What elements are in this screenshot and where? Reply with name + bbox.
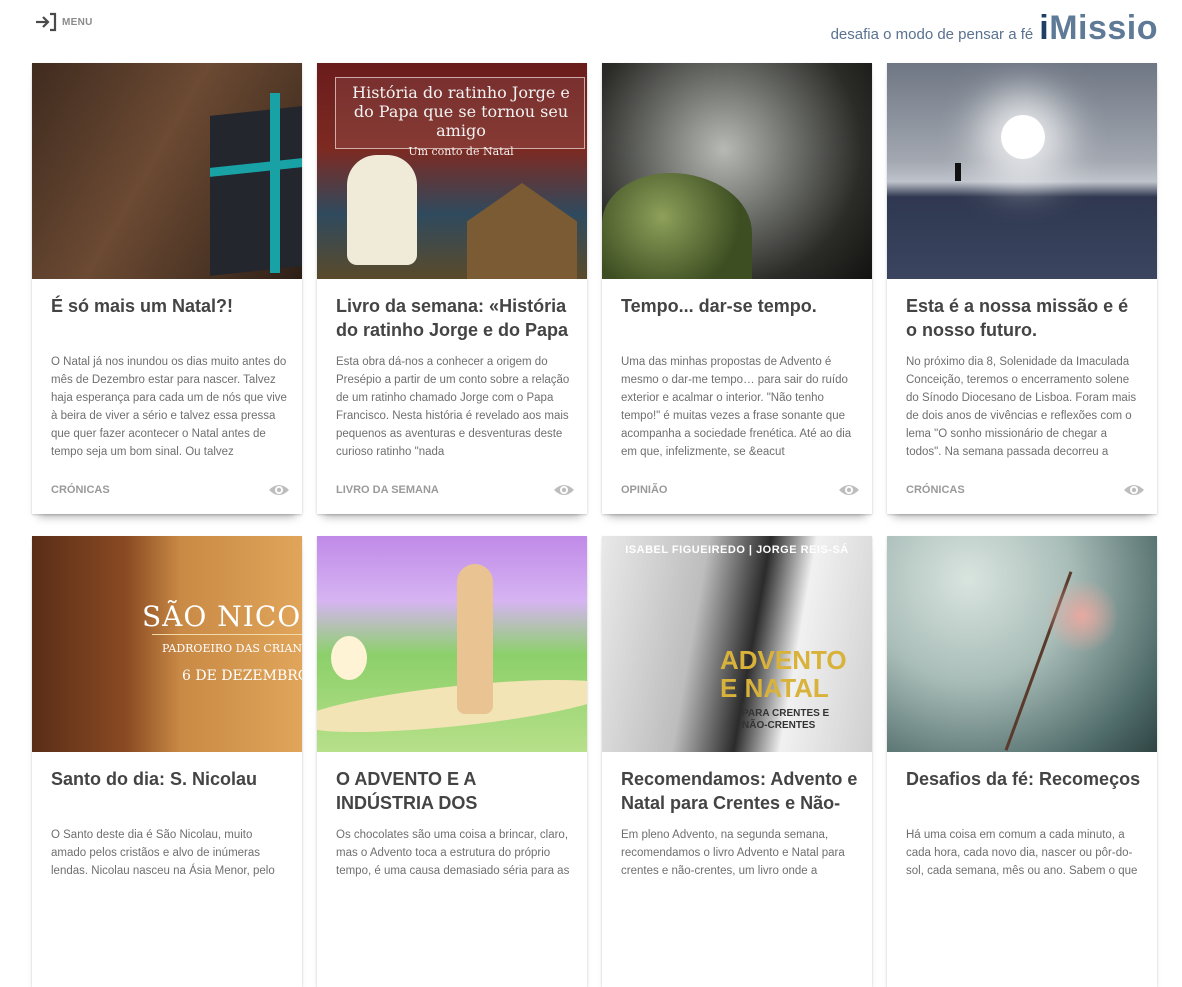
creche-figure [467, 183, 577, 279]
image-date: 6 DE DEZEMBRO [182, 668, 302, 684]
article-excerpt: Há uma coisa em comum a cada minuto, a c… [906, 829, 1138, 877]
article-title[interactable]: Santo do dia: S. Nicolau [51, 767, 289, 815]
article-title[interactable]: É só mais um Natal?! [51, 294, 289, 342]
article-image[interactable]: História do ratinho Jorge e do Papa que … [317, 63, 587, 279]
image-subtitle: PARA CRENTES E NÃO-CRENTES [742, 708, 830, 731]
article-card[interactable]: Tempo... dar-se tempo. Uma das minhas pr… [602, 63, 872, 514]
article-image[interactable]: SÃO NICOLA PADROEIRO DAS CRIANÇ 6 DE DEZ… [32, 536, 302, 752]
article-card[interactable]: SÃO NICOLA PADROEIRO DAS CRIANÇ 6 DE DEZ… [32, 536, 302, 987]
article-excerpt: Os chocolates são uma coisa a brincar, c… [336, 829, 570, 877]
article-card[interactable]: História do ratinho Jorge e do Papa que … [317, 63, 587, 514]
menu-enter-icon [36, 12, 57, 32]
menu-button[interactable]: MENU [34, 12, 93, 32]
article-image[interactable] [602, 63, 872, 279]
article-category[interactable]: CRÓNICAS [51, 484, 110, 496]
image-divider [152, 634, 302, 635]
article-excerpt: No próximo dia 8, Solenidade da Imaculad… [906, 356, 1137, 458]
plant-blossom [1047, 576, 1117, 656]
sweeper-figure [457, 564, 493, 714]
brand[interactable]: desafia o modo de pensar a fé iMissio [831, 10, 1158, 46]
image-title: SÃO NICOLA [142, 600, 302, 633]
article-image[interactable] [887, 63, 1157, 279]
eye-icon[interactable] [838, 483, 860, 497]
logo[interactable]: iMissio [1039, 10, 1158, 46]
image-subtitle: PADROEIRO DAS CRIANÇ [162, 642, 302, 655]
image-caption-sub: Um conto de Natal [408, 145, 514, 158]
image-authors: ISABEL FIGUEIREDO | JORGE REIS-SÁ [625, 544, 849, 556]
article-card[interactable]: O ADVENTO E A INDÚSTRIA DOS Os chocolate… [317, 536, 587, 987]
child-figure [331, 636, 367, 680]
article-card[interactable]: ISABEL FIGUEIREDO | JORGE REIS-SÁ ADVENT… [602, 536, 872, 987]
image-title: ADVENTO E NATAL [720, 645, 847, 703]
leaf-shape [602, 173, 752, 279]
article-title[interactable]: Esta é a nossa missão e é o nosso futuro… [906, 294, 1144, 342]
article-image[interactable] [317, 536, 587, 752]
article-card[interactable]: Desafios da fé: Recomeços Há uma coisa e… [887, 536, 1157, 987]
article-title[interactable]: Tempo... dar-se tempo. [621, 294, 859, 342]
article-title[interactable]: Desafios da fé: Recomeços [906, 767, 1144, 815]
image-caption-title: História do ratinho Jorge e do Papa que … [352, 83, 570, 140]
top-bar: MENU desafia o modo de pensar a fé iMiss… [0, 0, 1182, 60]
eye-icon[interactable] [268, 483, 290, 497]
article-excerpt: Uma das minhas propostas de Advento é me… [621, 356, 852, 458]
eye-icon[interactable] [553, 483, 575, 497]
article-image[interactable] [887, 536, 1157, 752]
logo-text: Missio [1049, 9, 1158, 47]
article-category[interactable]: OPINIÃO [621, 484, 667, 496]
logo-i: i [1039, 9, 1050, 47]
article-excerpt: Em pleno Advento, na segunda semana, rec… [621, 829, 845, 877]
image-caption: História do ratinho Jorge e do Papa que … [343, 83, 579, 161]
gift-ribbon [270, 93, 280, 273]
article-image[interactable] [32, 63, 302, 279]
eye-icon[interactable] [1123, 483, 1145, 497]
article-excerpt: O Natal já nos inundou os dias muito ant… [51, 356, 287, 458]
gift-box [210, 106, 302, 276]
article-category[interactable]: LIVRO DA SEMANA [336, 484, 439, 496]
article-card[interactable]: É só mais um Natal?! O Natal já nos inun… [32, 63, 302, 514]
article-grid: É só mais um Natal?! O Natal já nos inun… [32, 63, 1157, 987]
article-title[interactable]: Livro da semana: «História do ratinho Jo… [336, 294, 574, 342]
menu-label: MENU [62, 16, 93, 28]
tagline: desafia o modo de pensar a fé [830, 26, 1034, 43]
article-title[interactable]: Recomendamos: Advento e Natal para Crent… [621, 767, 859, 815]
path-shape [317, 669, 587, 743]
article-title[interactable]: O ADVENTO E A INDÚSTRIA DOS [336, 767, 574, 815]
pope-figure [347, 155, 417, 265]
article-excerpt: Esta obra dá-nos a conhecer a origem do … [336, 356, 570, 458]
article-excerpt: O Santo deste dia é São Nicolau, muito a… [51, 829, 275, 877]
article-card[interactable]: Esta é a nossa missão e é o nosso futuro… [887, 63, 1157, 514]
article-category[interactable]: CRÓNICAS [906, 484, 965, 496]
article-image[interactable]: ISABEL FIGUEIREDO | JORGE REIS-SÁ ADVENT… [602, 536, 872, 752]
walker-silhouette [955, 163, 961, 181]
sun-shape [1001, 115, 1045, 159]
